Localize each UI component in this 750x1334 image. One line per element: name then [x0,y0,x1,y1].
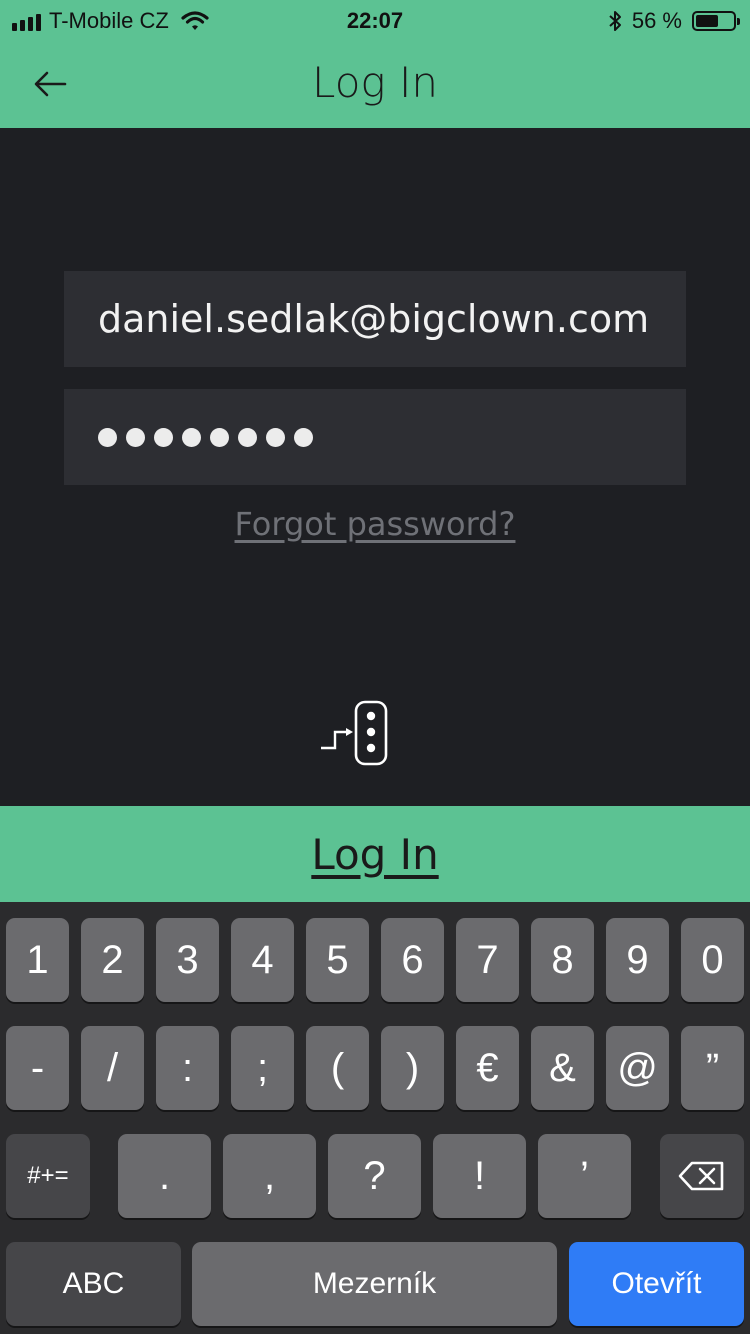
key[interactable]: / [81,1026,144,1110]
key[interactable]: - [6,1026,69,1110]
key[interactable]: & [531,1026,594,1110]
password-dot [238,427,257,447]
key[interactable]: ’ [538,1134,631,1218]
password-dot [294,427,313,447]
status-right: 56 % [608,8,740,34]
forgot-password-link[interactable]: Forgot password? [235,505,516,543]
bluetooth-icon [609,11,621,31]
password-field[interactable] [64,389,686,485]
key[interactable]: ) [381,1026,444,1110]
password-dot [154,427,173,447]
key-space[interactable]: Mezerník [192,1242,557,1326]
key[interactable]: 3 [156,918,219,1002]
email-field[interactable] [64,271,686,367]
battery-icon [692,11,740,31]
key[interactable]: € [456,1026,519,1110]
key[interactable]: ” [681,1026,744,1110]
page-title: Log In [312,58,438,107]
key[interactable]: . [118,1134,211,1218]
key[interactable]: 1 [6,918,69,1002]
password-dot [98,427,117,447]
key-mode-symbols[interactable]: #+= [6,1134,90,1218]
key[interactable]: 2 [81,918,144,1002]
status-bar: T-Mobile CZ 22:07 56 % [0,0,750,40]
key-abc[interactable]: ABC [6,1242,181,1326]
key[interactable]: ? [328,1134,421,1218]
backspace-icon [678,1161,724,1191]
login-button-label: Log In [311,829,439,879]
password-dot [126,427,145,447]
key[interactable]: , [223,1134,316,1218]
password-dot [210,427,229,447]
forgot-password-row: Forgot password? [0,505,750,543]
key[interactable]: 9 [606,918,669,1002]
keyboard: #+= ABC Mezerník Otevřít 1 2 3 4 5 6 7 8 9 0 - /:;(… [0,902,750,1334]
app-logo-icon [321,700,388,766]
battery-percent: 56 % [631,8,682,33]
key[interactable]: @ [606,1026,669,1110]
key[interactable]: ( [306,1026,369,1110]
key[interactable]: 4 [231,918,294,1002]
key[interactable]: 8 [531,918,594,1002]
key[interactable]: 5 [306,918,369,1002]
key[interactable]: 6 [381,918,444,1002]
key[interactable]: 0 [681,918,744,1002]
key-backspace[interactable] [660,1134,744,1218]
key-return[interactable]: Otevřít [569,1242,744,1326]
email-input[interactable] [98,297,658,341]
login-button[interactable]: Log In [0,806,750,902]
password-dot [266,427,285,447]
key[interactable]: 7 [456,918,519,1002]
key[interactable]: ; [231,1026,294,1110]
password-dots[interactable] [98,427,313,447]
password-dot [182,427,201,447]
key[interactable]: ! [433,1134,526,1218]
app-header: Log In [0,40,750,128]
key[interactable]: : [156,1026,219,1110]
